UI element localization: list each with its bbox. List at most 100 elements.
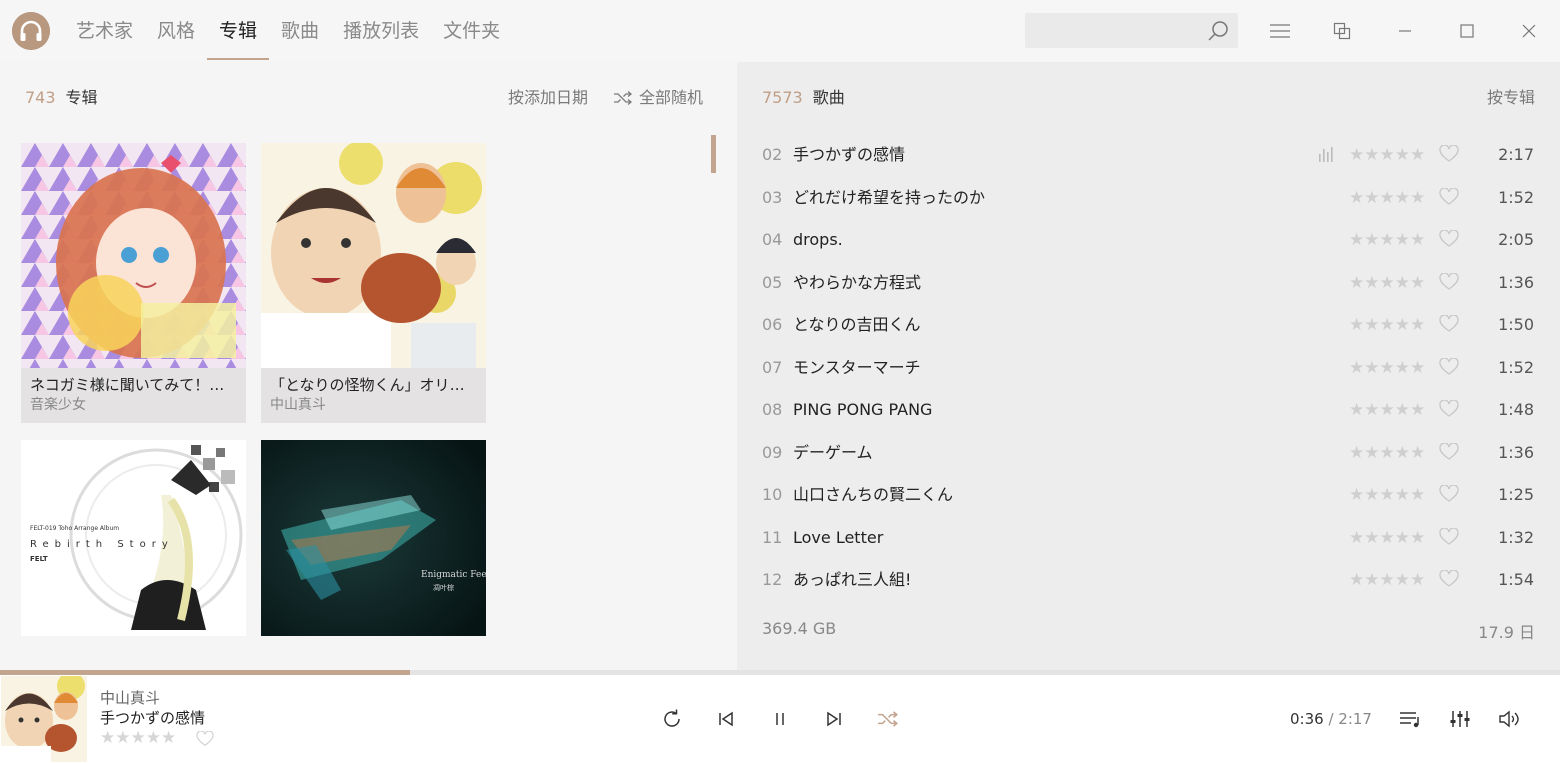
song-row[interactable]: 04 drops. ★★★★★ 2:05 (737, 219, 1560, 262)
rating-stars[interactable]: ★★★★★ (1349, 484, 1425, 506)
rating-stars[interactable]: ★★★★★ (1349, 442, 1425, 464)
rating-stars[interactable]: ★★★★★ (1349, 314, 1425, 336)
track-number: 05 (762, 272, 783, 292)
heart-icon[interactable] (1439, 271, 1459, 295)
albums-pane: 743 专辑 按添加日期 全部随机 ネコガミ様に聞いてみて！＆… 音楽少女 「と… (0, 62, 737, 670)
rating-stars[interactable]: ★★★★★ (1349, 144, 1425, 166)
track-number: 02 (762, 145, 783, 164)
cover-text: 凋叶棕 (433, 584, 454, 592)
shuffle-all-button[interactable]: 全部随机 (613, 88, 703, 108)
song-list: 02 手つかずの感情 ★★★★★ 2:17 03 どれだけ希望を持ったのか ★★… (737, 134, 1560, 602)
heart-icon[interactable] (1439, 144, 1459, 167)
tab-albums[interactable]: 专辑 (207, 0, 270, 62)
heart-icon[interactable] (1439, 399, 1459, 422)
album-title: ネコガミ様に聞いてみて！＆… (30, 376, 237, 394)
song-row[interactable]: 11 Love Letter ★★★★★ 1:32 (737, 517, 1560, 560)
albums-scrollbar[interactable] (711, 135, 716, 173)
rating-stars[interactable]: ★★★★★ (1349, 187, 1425, 209)
search-icon[interactable] (1206, 19, 1230, 43)
tab-artists[interactable]: 艺术家 (64, 0, 145, 62)
song-row[interactable]: 08 PING PONG PANG ★★★★★ 1:48 (737, 389, 1560, 432)
mini-mode-icon[interactable] (1327, 16, 1357, 46)
track-number: 11 (762, 527, 783, 547)
rating-stars[interactable]: ★★★★★ (1349, 272, 1425, 294)
rating-stars[interactable]: ★★★★★ (1349, 229, 1425, 251)
song-title: モンスターマーチ (793, 357, 921, 377)
song-row[interactable]: 12 あっぱれ三人組! ★★★★★ 1:54 (737, 559, 1560, 602)
track-number: 10 (762, 485, 783, 504)
heart-icon[interactable] (1439, 484, 1459, 507)
playback-time: 0:36 / 2:17 (1290, 710, 1372, 728)
song-row[interactable]: 06 となりの吉田くん ★★★★★ 1:50 (737, 304, 1560, 347)
minimize-icon[interactable] (1390, 16, 1420, 46)
songs-label: 歌曲 (812, 88, 845, 107)
previous-icon[interactable] (714, 707, 738, 731)
repeat-icon[interactable] (660, 707, 684, 731)
song-title: Love Letter (793, 527, 884, 547)
heart-icon[interactable] (1439, 569, 1459, 592)
heart-icon[interactable] (1439, 441, 1459, 465)
song-title: drops. (793, 230, 843, 249)
sort-by-date-button[interactable]: 按添加日期 (508, 88, 588, 108)
shuffle-icon[interactable] (876, 707, 900, 731)
album-card[interactable]: FELT-019 Toho Arrange Album Rebirth Stor… (21, 440, 246, 636)
song-row[interactable]: 07 モンスターマーチ ★★★★★ 1:52 (737, 347, 1560, 390)
heart-icon[interactable] (196, 730, 214, 751)
song-title: となりの吉田くん (793, 315, 921, 334)
heart-icon[interactable] (1439, 356, 1459, 380)
album-cover-enigmatic-feeling: Enigmatic Feeling 凋叶棕 (261, 440, 486, 636)
song-duration: 1:25 (1498, 485, 1534, 504)
rating-stars[interactable]: ★★★★★ (1349, 357, 1425, 379)
close-icon[interactable] (1514, 16, 1544, 46)
main-nav: 艺术家 风格 专辑 歌曲 播放列表 文件夹 (64, 0, 512, 62)
tab-playlists[interactable]: 播放列表 (331, 0, 431, 62)
heart-icon[interactable] (1439, 526, 1459, 550)
cover-text: Enigmatic Feeling (421, 570, 486, 580)
now-playing-cover[interactable] (1, 676, 87, 762)
album-card[interactable]: 「となりの怪物くん」オリジ… 中山真斗 (261, 143, 486, 423)
album-card[interactable]: ネコガミ様に聞いてみて！＆… 音楽少女 (21, 143, 246, 423)
track-number: 07 (762, 357, 783, 377)
song-row[interactable]: 09 デーゲーム ★★★★★ 1:36 (737, 432, 1560, 475)
rating-stars[interactable]: ★★★★★ (1349, 527, 1425, 549)
tab-folders[interactable]: 文件夹 (431, 0, 512, 62)
album-card[interactable]: Enigmatic Feeling 凋叶棕 (261, 440, 486, 636)
heart-icon[interactable] (1439, 314, 1459, 337)
album-title: 「となりの怪物くん」オリジ… (270, 376, 477, 394)
hamburger-menu-icon[interactable] (1265, 16, 1295, 46)
mixer-icon[interactable] (1448, 707, 1472, 731)
headphones-logo-icon[interactable] (12, 12, 50, 50)
volume-icon[interactable] (1498, 707, 1522, 731)
playlist-icon[interactable] (1398, 707, 1422, 731)
sort-by-album-button[interactable]: 按专辑 (1487, 88, 1535, 108)
song-row[interactable]: 10 山口さんちの賢二くん ★★★★★ 1:25 (737, 474, 1560, 517)
song-duration: 1:52 (1498, 357, 1534, 377)
track-number: 04 (762, 230, 783, 249)
shuffle-all-label: 全部随机 (639, 88, 704, 107)
pause-icon[interactable] (768, 707, 792, 731)
album-count: 743 (25, 88, 56, 107)
track-number: 06 (762, 315, 783, 334)
maximize-icon[interactable] (1452, 16, 1482, 46)
song-row[interactable]: 02 手つかずの感情 ★★★★★ 2:17 (737, 134, 1560, 177)
song-duration: 2:17 (1498, 145, 1534, 164)
now-playing-artist: 中山真斗 (100, 689, 161, 707)
track-number: 09 (762, 442, 783, 462)
now-playing-rating[interactable]: ★★★★★ (100, 728, 176, 748)
heart-icon[interactable] (1439, 229, 1459, 252)
rating-stars[interactable]: ★★★★★ (1349, 569, 1425, 591)
song-row[interactable]: 05 やわらかな方程式 ★★★★★ 1:36 (737, 262, 1560, 305)
tab-songs[interactable]: 歌曲 (269, 0, 331, 62)
song-duration: 1:54 (1498, 570, 1534, 589)
track-number: 08 (762, 400, 783, 419)
tab-genres[interactable]: 风格 (145, 0, 207, 62)
track-number: 03 (762, 187, 783, 207)
song-row[interactable]: 03 どれだけ希望を持ったのか ★★★★★ 1:52 (737, 177, 1560, 220)
search-input[interactable] (1025, 13, 1238, 48)
library-size: 369.4 GB (762, 619, 837, 638)
now-playing-title: 手つかずの感情 (100, 709, 206, 727)
next-icon[interactable] (822, 707, 846, 731)
heart-icon[interactable] (1439, 186, 1459, 210)
song-title: どれだけ希望を持ったのか (793, 187, 986, 207)
rating-stars[interactable]: ★★★★★ (1349, 399, 1425, 421)
